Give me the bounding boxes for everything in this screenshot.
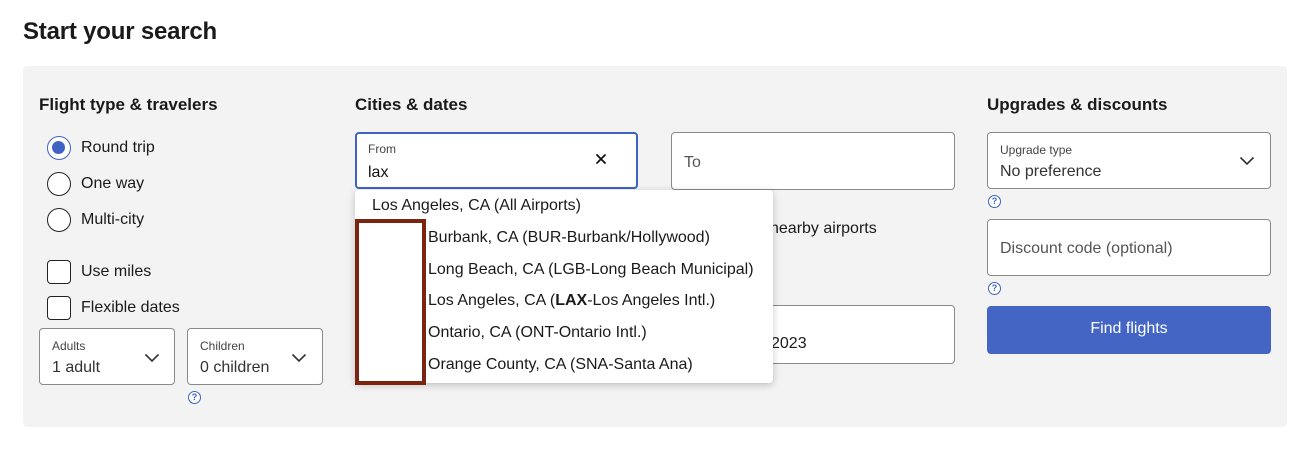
find-flights-button[interactable]: Find flights [987,306,1271,354]
adults-value: 1 adult [52,359,101,376]
from-label: From [368,142,396,156]
chevron-down-icon [291,353,307,363]
radio-label: One way [81,175,145,192]
discount-code-input[interactable]: Discount code (optional) [987,219,1271,276]
to-input[interactable]: To [671,132,955,190]
suggestion-item[interactable]: Burbank, CA (BUR-Burbank/Hollywood) [428,229,710,247]
suggestion-text: -Los Angeles Intl.) [587,292,716,309]
upgrade-type-value: No preference [1000,163,1102,180]
flight-type-heading: Flight type & travelers [39,95,218,114]
flexible-dates-checkbox[interactable]: Flexible dates [47,296,180,320]
suggestion-item[interactable]: Los Angeles, CA (LAX-Los Angeles Intl.) [428,292,715,310]
chevron-down-icon [144,353,160,363]
discount-help-icon[interactable]: ? [988,282,1001,295]
suggestion-item[interactable]: Ontario, CA (ONT-Ontario Intl.) [428,324,647,342]
upgrade-help-icon[interactable]: ? [988,195,1001,208]
chevron-down-icon [1239,156,1255,166]
upgrade-type-label: Upgrade type [1000,143,1073,157]
radio-icon[interactable] [47,208,71,232]
close-icon[interactable] [594,152,608,166]
from-value[interactable]: lax [368,164,388,182]
from-input[interactable]: From lax [355,132,638,189]
radio-label: Round trip [81,139,155,156]
radio-round-trip[interactable]: Round trip [47,136,155,160]
radio-multi-city[interactable]: Multi-city [47,208,144,232]
discount-placeholder: Discount code (optional) [1000,240,1173,257]
page-title: Start your search [23,18,218,45]
highlight-box [355,219,426,385]
children-select[interactable]: Children 0 children [187,328,323,385]
upgrades-heading: Upgrades & discounts [987,95,1168,114]
date-value: 2023 [771,335,807,352]
adults-label: Adults [52,339,86,353]
children-value: 0 children [200,359,270,376]
checkbox-icon[interactable] [47,260,71,284]
radio-icon[interactable] [47,172,71,196]
suggestion-item[interactable]: Orange County, CA (SNA-Santa Ana) [428,356,693,374]
to-placeholder: To [684,154,701,171]
checkbox-label: Flexible dates [81,299,180,316]
nearby-airports-label[interactable]: nearby airports [770,220,877,238]
suggestion-text: Los Angeles, CA ( [428,292,556,309]
checkbox-label: Use miles [81,263,152,280]
suggestion-match: LAX [555,292,588,309]
adults-select[interactable]: Adults 1 adult [39,328,175,385]
upgrade-type-select[interactable]: Upgrade type No preference [987,132,1271,189]
children-help-icon[interactable]: ? [188,391,201,404]
checkbox-icon[interactable] [47,296,71,320]
children-label: Children [200,339,245,353]
suggestion-item[interactable]: Los Angeles, CA (All Airports) [372,197,581,215]
suggestion-item[interactable]: Long Beach, CA (LGB-Long Beach Municipal… [428,261,754,279]
use-miles-checkbox[interactable]: Use miles [47,260,151,284]
cities-dates-heading: Cities & dates [355,95,468,114]
radio-label: Multi-city [81,211,145,228]
radio-selected-icon[interactable] [47,136,71,160]
radio-one-way[interactable]: One way [47,172,144,196]
